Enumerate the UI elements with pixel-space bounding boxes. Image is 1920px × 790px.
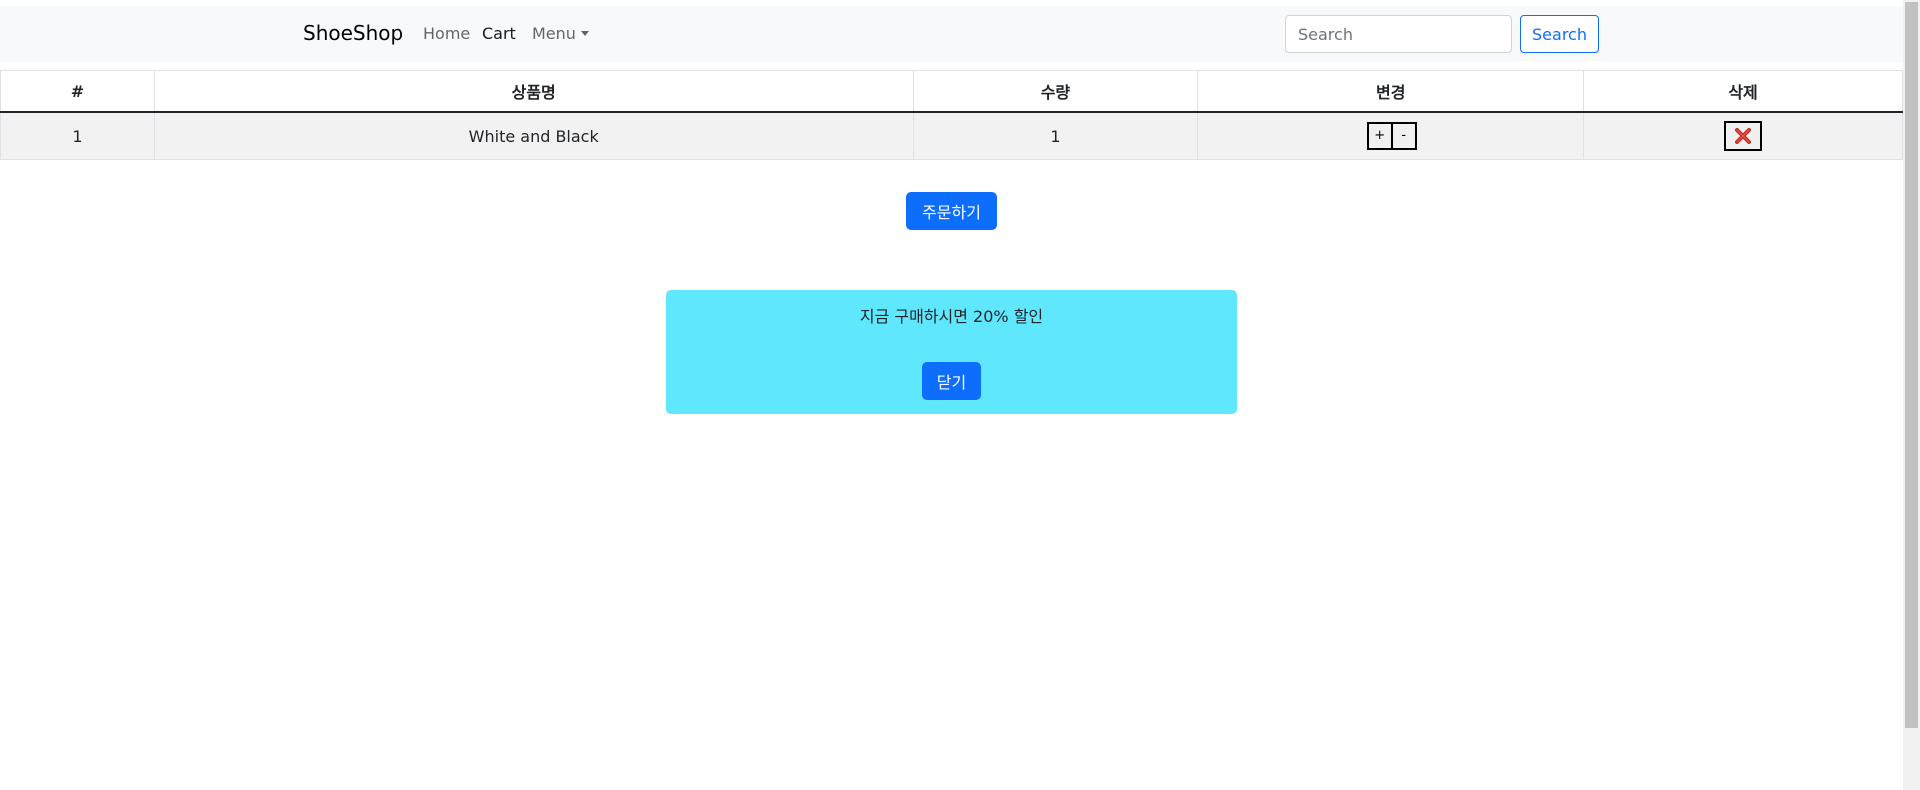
close-alert-button[interactable]: 닫기	[922, 362, 981, 400]
nav-menu-dropdown[interactable]: Menu	[532, 24, 589, 44]
scrollbar-thumb[interactable]	[1905, 2, 1918, 728]
cell-index: 1	[0, 111, 155, 160]
column-header-product-name: 상품명	[153, 70, 914, 113]
decrease-quantity-button[interactable]: -	[1390, 122, 1417, 150]
nav-cart-link[interactable]: Cart	[482, 24, 516, 44]
cell-quantity: 1	[912, 111, 1199, 160]
table-row: 1 White and Black 1 + -	[0, 111, 1903, 160]
red-x-icon	[1735, 128, 1752, 144]
search-button[interactable]: Search	[1520, 15, 1599, 53]
table-header-row: # 상품명 수량 변경 삭제	[0, 70, 1903, 113]
column-header-change: 변경	[1197, 70, 1585, 113]
column-header-delete: 삭제	[1583, 70, 1903, 113]
search-input[interactable]	[1285, 15, 1512, 53]
vertical-scrollbar[interactable]	[1903, 0, 1920, 790]
nav-menu-label: Menu	[532, 24, 576, 43]
order-button[interactable]: 주문하기	[906, 192, 997, 230]
promo-message: 지금 구매하시면 20% 할인	[859, 307, 1044, 326]
promo-alert: 지금 구매하시면 20% 할인 닫기	[666, 290, 1237, 414]
increase-quantity-button[interactable]: +	[1366, 122, 1393, 150]
delete-item-button[interactable]	[1724, 121, 1763, 151]
cell-change: + -	[1197, 111, 1585, 160]
cell-product-name: White and Black	[153, 111, 914, 160]
page: ShoeShop Home Cart Menu Search # 상품명 수량 …	[0, 0, 1920, 790]
brand-link[interactable]: ShoeShop	[303, 20, 403, 46]
cell-delete	[1583, 111, 1903, 160]
column-header-quantity: 수량	[912, 70, 1199, 113]
navbar: ShoeShop Home Cart Menu Search	[0, 6, 1903, 62]
nav-home-link[interactable]: Home	[423, 24, 470, 44]
chevron-down-icon	[580, 31, 589, 36]
column-header-index: #	[0, 70, 155, 113]
cart-table: # 상품명 수량 변경 삭제 1 White and Black 1 + -	[0, 70, 1903, 160]
